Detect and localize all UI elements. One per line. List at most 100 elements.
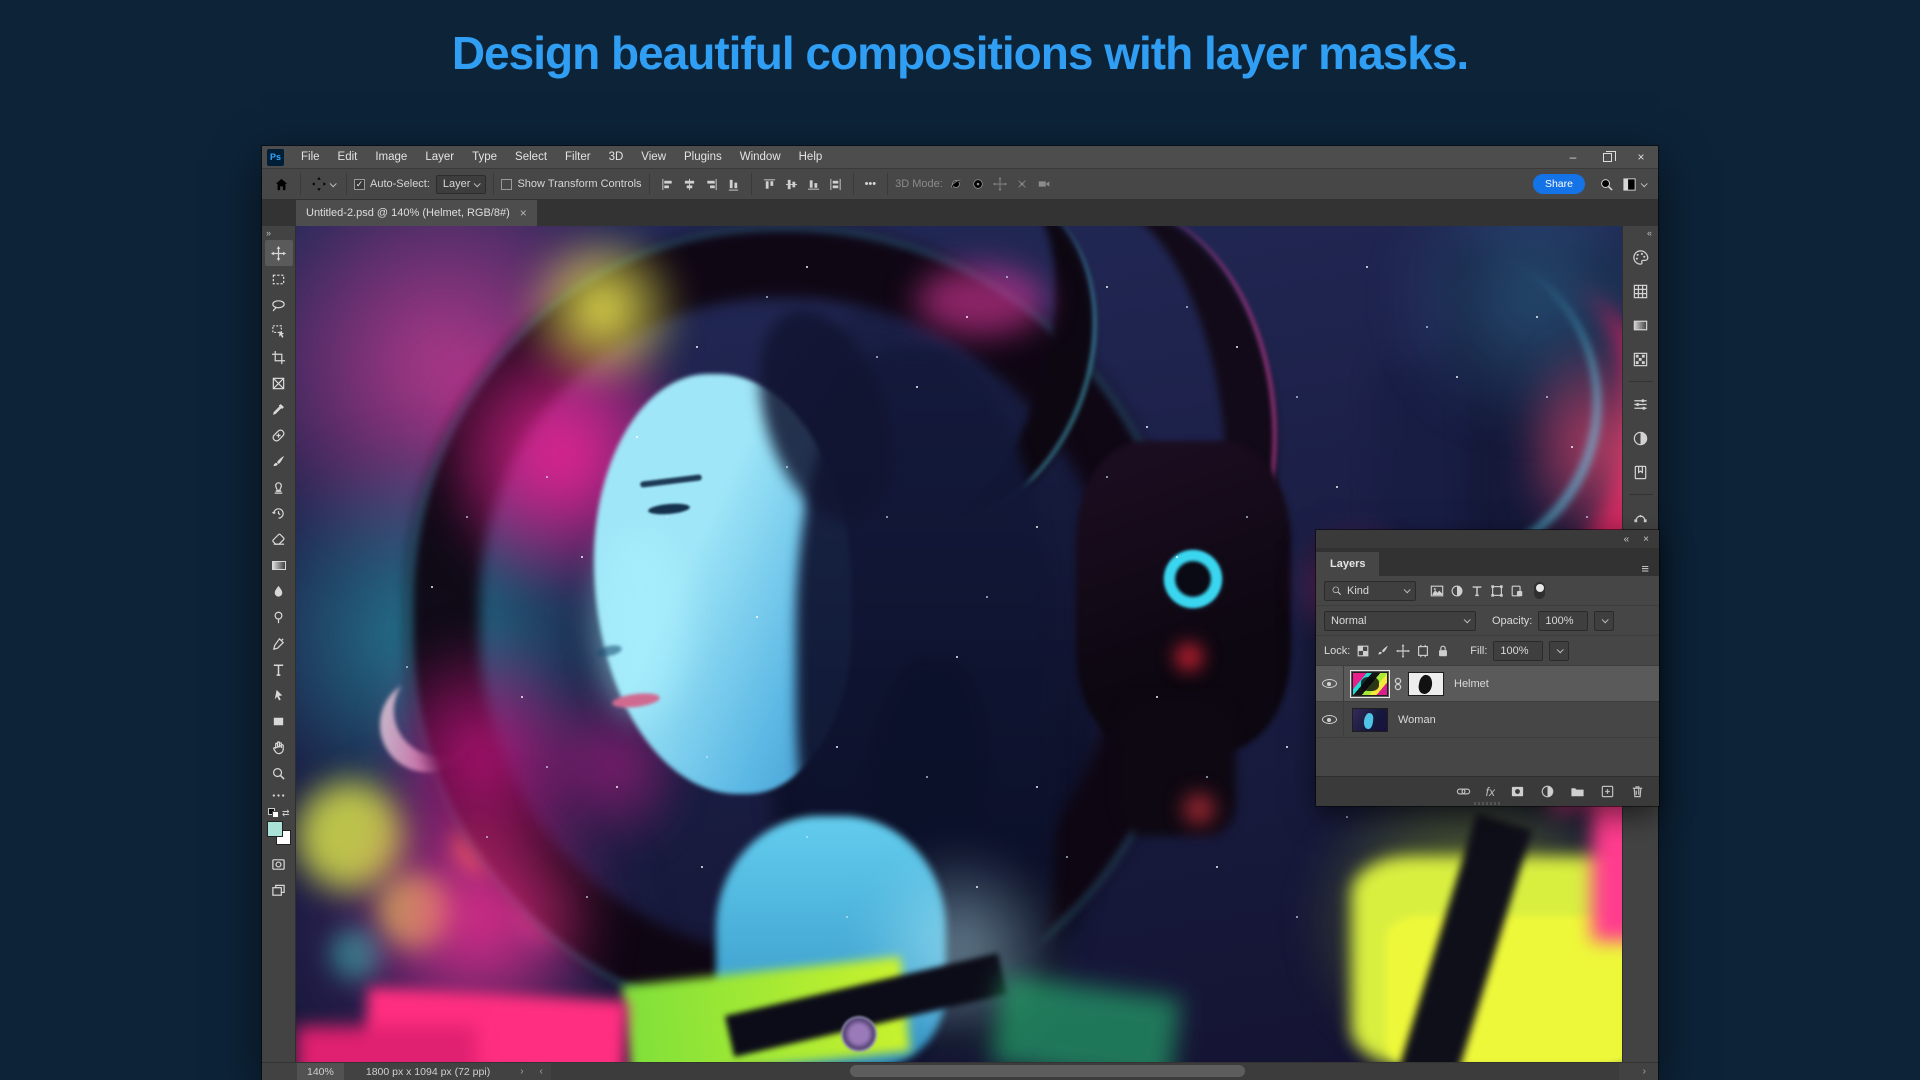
fill-input[interactable]: 100% <box>1493 640 1544 661</box>
tool-hand[interactable] <box>265 734 293 760</box>
workspace-switcher-icon[interactable] <box>1618 177 1650 192</box>
lock-artboard-icon[interactable] <box>1416 644 1430 658</box>
close-button[interactable]: × <box>1624 146 1658 168</box>
fill-scrubber[interactable] <box>1549 640 1570 661</box>
add-layer-mask-icon[interactable] <box>1510 784 1525 799</box>
link-layers-icon[interactable] <box>1456 784 1471 799</box>
tool-dodge[interactable] <box>265 604 293 630</box>
auto-select-target-dropdown[interactable]: Layer <box>435 174 487 194</box>
move-tool-option-icon[interactable] <box>308 177 339 191</box>
panel-close-icon[interactable]: × <box>1643 534 1649 545</box>
tab-close-icon[interactable]: × <box>520 206 527 220</box>
menu-filter[interactable]: Filter <box>556 151 600 163</box>
3d-roll-icon[interactable] <box>971 177 985 191</box>
visibility-toggle[interactable] <box>1316 666 1344 701</box>
dock-collapse-icon[interactable]: « <box>1641 226 1658 240</box>
menu-image[interactable]: Image <box>366 151 416 163</box>
home-icon[interactable] <box>270 177 293 192</box>
tool-type[interactable] <box>265 656 293 682</box>
share-button[interactable]: Share <box>1532 174 1585 194</box>
quick-mask-icon[interactable] <box>265 851 293 877</box>
layer-thumbnail-helmet[interactable] <box>1350 669 1390 698</box>
align-center-h-icon[interactable] <box>683 178 696 191</box>
zoom-level[interactable]: 140% <box>297 1063 344 1080</box>
3d-slide-icon[interactable] <box>1015 177 1029 191</box>
minimize-button[interactable]: – <box>1556 146 1590 168</box>
default-colors-icon[interactable]: ⇄ <box>267 808 290 819</box>
layer-name[interactable]: Helmet <box>1454 678 1489 690</box>
restore-button[interactable] <box>1590 146 1624 168</box>
swap-colors-icon[interactable]: ⇄ <box>282 808 290 819</box>
opacity-scrubber[interactable] <box>1594 610 1615 631</box>
scrollbar-thumb[interactable] <box>849 1065 1245 1077</box>
tool-path-selection[interactable] <box>265 682 293 708</box>
tool-brush[interactable] <box>265 448 293 474</box>
auto-select-checkbox[interactable]: ✓ <box>354 178 365 190</box>
tool-object-selection[interactable] <box>265 318 293 344</box>
show-transform-checkbox[interactable] <box>501 178 513 190</box>
align-right-icon[interactable] <box>705 178 718 191</box>
tool-frame[interactable] <box>265 370 293 396</box>
gradients-panel-icon[interactable] <box>1626 310 1656 340</box>
foreground-color-swatch[interactable] <box>266 821 283 837</box>
new-layer-icon[interactable] <box>1600 784 1615 799</box>
tool-rectangle[interactable] <box>265 708 293 734</box>
lock-position-icon[interactable] <box>1396 643 1411 658</box>
panel-collapse-icon[interactable]: « <box>1624 534 1630 545</box>
menu-edit[interactable]: Edit <box>329 151 367 163</box>
tool-history-brush[interactable] <box>265 500 293 526</box>
layer-mask-thumbnail[interactable] <box>1408 671 1444 696</box>
scroll-left-icon[interactable]: ‹ <box>532 1066 551 1077</box>
adjustments-panel-icon[interactable] <box>1626 423 1656 453</box>
mask-link-icon[interactable] <box>1391 677 1405 691</box>
menu-3d[interactable]: 3D <box>600 151 633 163</box>
filter-shape-layers-icon[interactable] <box>1490 584 1504 598</box>
filter-adjustment-layers-icon[interactable] <box>1450 584 1464 598</box>
horizontal-scrollbar[interactable] <box>550 1063 1619 1080</box>
swatches-panel-icon[interactable] <box>1626 276 1656 306</box>
layer-name[interactable]: Woman <box>1398 714 1436 726</box>
scroll-right-icon[interactable]: › <box>1635 1066 1654 1077</box>
tool-spot-healing-brush[interactable] <box>265 422 293 448</box>
distribute-h-icon[interactable] <box>727 178 740 191</box>
tool-pen[interactable] <box>265 630 293 656</box>
visibility-toggle[interactable] <box>1316 702 1344 737</box>
tab-layers[interactable]: Layers <box>1316 552 1380 576</box>
opacity-input[interactable]: 100% <box>1538 610 1589 631</box>
3d-camera-icon[interactable] <box>1037 177 1051 191</box>
document-tab[interactable]: Untitled-2.psd @ 140% (Helmet, RGB/8#) × <box>296 200 537 226</box>
adjustment-layer-icon[interactable] <box>1540 784 1555 799</box>
screen-mode-icon[interactable] <box>265 877 293 903</box>
lock-transparency-icon[interactable] <box>1356 644 1370 658</box>
paths-panel-icon[interactable] <box>1626 502 1656 532</box>
tool-move[interactable] <box>264 240 293 266</box>
toolbar-collapse-icon[interactable]: » <box>262 228 275 240</box>
menu-file[interactable]: File <box>292 151 329 163</box>
tool-eraser[interactable] <box>265 526 293 552</box>
filter-kind-dropdown[interactable]: Kind <box>1324 580 1416 601</box>
menu-help[interactable]: Help <box>790 151 832 163</box>
menu-type[interactable]: Type <box>463 151 506 163</box>
new-group-icon[interactable] <box>1570 784 1585 799</box>
menu-window[interactable]: Window <box>731 151 790 163</box>
layer-row-woman[interactable]: Woman <box>1316 702 1659 738</box>
filter-toggle-switch[interactable] <box>1534 582 1545 599</box>
align-top-icon[interactable] <box>763 178 776 191</box>
layer-thumbnail-woman[interactable] <box>1352 707 1388 732</box>
filter-type-layers-icon[interactable] <box>1470 584 1484 598</box>
menu-layer[interactable]: Layer <box>416 151 463 163</box>
menu-plugins[interactable]: Plugins <box>675 151 731 163</box>
edit-toolbar-icon[interactable] <box>265 786 293 804</box>
layer-effects-icon[interactable]: fx <box>1486 785 1495 799</box>
status-chevron-icon[interactable]: › <box>512 1066 531 1077</box>
tool-rectangular-marquee[interactable] <box>265 266 293 292</box>
delete-layer-icon[interactable] <box>1630 784 1645 799</box>
menu-view[interactable]: View <box>632 151 675 163</box>
search-icon[interactable] <box>1595 177 1618 192</box>
align-bottom-icon[interactable] <box>807 178 820 191</box>
distribute-v-icon[interactable] <box>829 178 842 191</box>
tool-eyedropper[interactable] <box>265 396 293 422</box>
3d-pan-icon[interactable] <box>992 177 1007 191</box>
color-panel-icon[interactable] <box>1626 242 1656 272</box>
properties-panel-icon[interactable] <box>1626 389 1656 419</box>
